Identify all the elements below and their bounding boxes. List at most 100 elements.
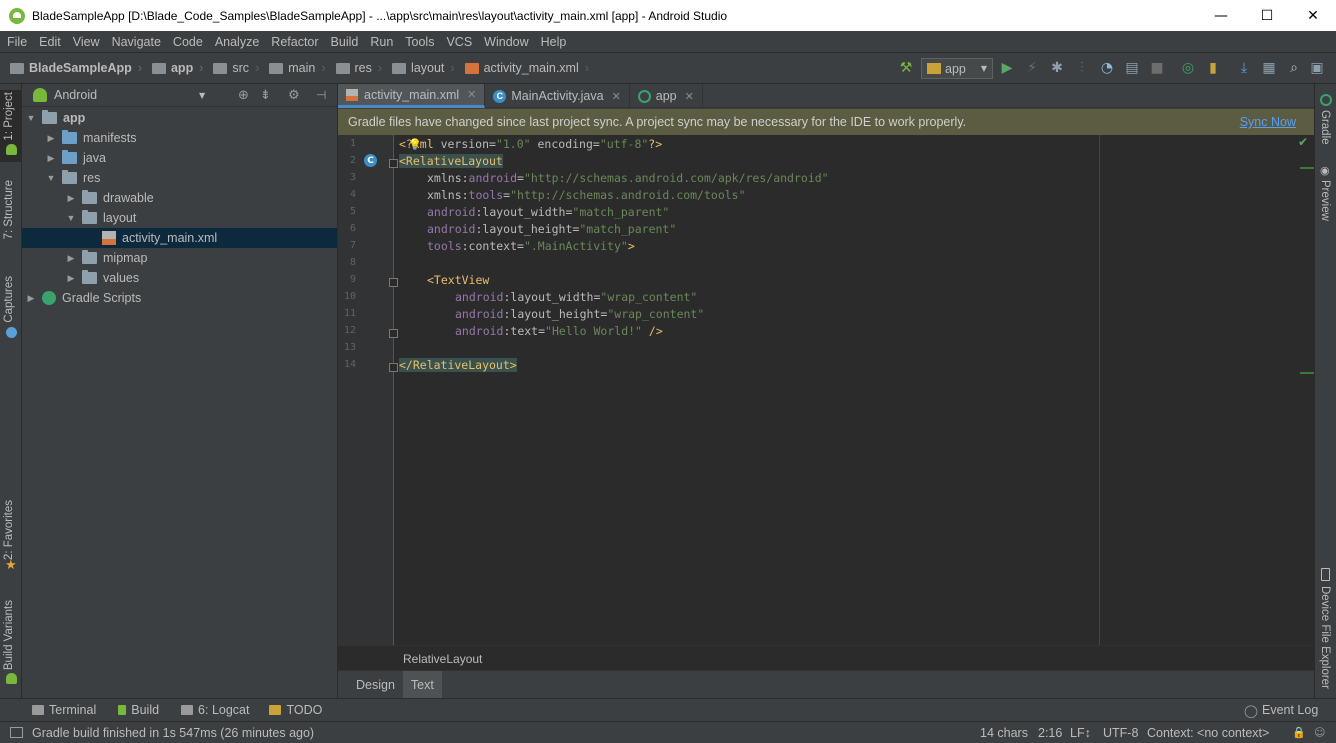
breadcrumb-res[interactable]: res › <box>335 61 382 75</box>
toggle-tool-buttons-icon[interactable] <box>10 727 23 738</box>
tree-node-mipmap[interactable]: ▶ mipmap <box>22 248 337 268</box>
apply-changes-icon[interactable]: ⚡ <box>1023 59 1041 77</box>
chevron-down-icon[interactable]: ▼ <box>65 213 77 223</box>
run-icon[interactable]: ▶ <box>998 59 1016 77</box>
menu-navigate[interactable]: Navigate <box>105 35 166 49</box>
layout-inspector-icon[interactable]: ▣ <box>1308 59 1326 77</box>
make-project-icon[interactable]: ⚒ <box>897 59 915 77</box>
inspector-icon[interactable]: ☺ <box>1314 726 1325 739</box>
maximize-button[interactable]: ☐ <box>1244 0 1290 31</box>
editor-tab-activity-main-xml[interactable]: activity_main.xml ✕ <box>338 84 486 108</box>
tool-window-structure[interactable]: 7: Structure <box>3 180 15 239</box>
debug-icon[interactable]: ✱ <box>1048 59 1066 77</box>
inspection-ok-icon[interactable]: ✔ <box>1298 135 1308 149</box>
editor-tab-app-gradle[interactable]: app ✕ <box>630 84 703 108</box>
tree-node-activity-main-xml[interactable]: activity_main.xml <box>22 228 337 248</box>
chevron-right-icon[interactable]: ▶ <box>65 193 77 204</box>
sync-gradle-icon[interactable]: ◎ <box>1179 59 1197 77</box>
lock-icon[interactable]: 🔒 <box>1292 726 1306 739</box>
close-tab-icon[interactable]: ✕ <box>685 90 694 103</box>
menu-code[interactable]: Code <box>166 35 208 49</box>
tool-window-logcat[interactable]: 6: Logcat <box>181 703 249 717</box>
close-tab-icon[interactable]: ✕ <box>467 88 476 101</box>
avd-manager-icon[interactable]: ▮ <box>1204 59 1222 77</box>
status-message[interactable]: Gradle build finished in 1s 547ms (26 mi… <box>32 726 314 740</box>
editor-breadcrumb-item[interactable]: RelativeLayout <box>403 652 482 666</box>
tool-window-favorites[interactable]: 2: Favorites <box>3 500 15 560</box>
status-encoding[interactable]: UTF-8 <box>1103 726 1138 740</box>
editor-tab-mainactivity-java[interactable]: C MainActivity.java ✕ <box>485 84 630 108</box>
menu-file[interactable]: File <box>0 35 32 49</box>
menu-help[interactable]: Help <box>534 35 572 49</box>
tool-window-build[interactable]: Build <box>118 703 159 717</box>
fold-marker-icon[interactable] <box>389 363 398 372</box>
sync-now-link[interactable]: Sync Now <box>1240 115 1296 129</box>
tree-node-drawable[interactable]: ▶ drawable <box>22 188 337 208</box>
tool-window-event-log[interactable]: ◯ Event Log <box>1244 703 1318 718</box>
menu-edit[interactable]: Edit <box>32 35 66 49</box>
scroll-from-source-icon[interactable]: ⊕ <box>238 88 249 103</box>
stop-icon[interactable]: ■ <box>1148 59 1166 77</box>
tool-window-captures[interactable]: Captures <box>3 276 15 323</box>
gear-icon[interactable]: ⚙ <box>288 88 300 103</box>
menu-view[interactable]: View <box>66 35 105 49</box>
menu-run[interactable]: Run <box>363 35 398 49</box>
status-line-separator[interactable]: LF↕ <box>1070 726 1091 740</box>
run-with-coverage-icon[interactable]: ▤ <box>1123 59 1141 77</box>
search-icon[interactable]: ⌕ <box>1285 59 1303 77</box>
chevron-down-icon[interactable]: ▼ <box>25 113 37 123</box>
hide-panel-icon[interactable]: ⊣ <box>316 88 326 102</box>
code-editor[interactable]: 1 2 3 4 5 6 7 8 9 10 11 12 13 14 C <?xml… <box>338 135 1314 645</box>
profile-icon[interactable]: ◔ <box>1098 59 1116 77</box>
breadcrumb-layout[interactable]: layout › <box>392 61 455 75</box>
chevron-down-icon[interactable]: ▼ <box>199 91 205 100</box>
chevron-right-icon[interactable]: ▶ <box>45 153 57 164</box>
attach-debugger-icon[interactable]: ⫶ <box>1073 59 1091 77</box>
menu-tools[interactable]: Tools <box>398 35 439 49</box>
chevron-right-icon[interactable]: ▶ <box>45 133 57 144</box>
tab-text[interactable]: Text <box>402 671 442 699</box>
tool-window-build-variants[interactable]: Build Variants <box>3 600 15 670</box>
tree-node-layout[interactable]: ▼ layout <box>22 208 337 228</box>
breadcrumb-main[interactable]: main › <box>269 61 326 75</box>
menu-refactor[interactable]: Refactor <box>264 35 323 49</box>
tab-design[interactable]: Design <box>348 671 403 699</box>
status-context[interactable]: Context: <no context> <box>1147 726 1269 740</box>
collapse-all-icon[interactable]: ⇟ <box>260 88 271 103</box>
menu-vcs[interactable]: VCS <box>439 35 477 49</box>
breadcrumb-src[interactable]: src › <box>213 61 259 75</box>
menu-analyze[interactable]: Analyze <box>208 35 264 49</box>
chevron-down-icon[interactable]: ▼ <box>45 173 57 183</box>
sdk-manager-icon[interactable]: ⤓ <box>1235 59 1253 77</box>
breadcrumb-file[interactable]: activity_main.xml › <box>464 61 589 75</box>
run-configuration-select[interactable]: app ▼ <box>921 58 993 79</box>
tool-window-gradle[interactable]: Gradle <box>1319 110 1331 145</box>
tool-window-terminal[interactable]: Terminal <box>32 703 96 717</box>
project-view-mode[interactable]: Android <box>54 88 97 102</box>
tree-node-gradle-scripts[interactable]: ▶ Gradle Scripts <box>22 288 337 308</box>
tool-window-preview[interactable]: Preview <box>1319 180 1331 221</box>
tree-node-values[interactable]: ▶ values <box>22 268 337 288</box>
tree-node-java[interactable]: ▶ java <box>22 148 337 168</box>
fold-marker-icon[interactable] <box>389 278 398 287</box>
tree-node-manifests[interactable]: ▶ manifests <box>22 128 337 148</box>
close-button[interactable]: ✕ <box>1290 0 1336 31</box>
breadcrumb-app[interactable]: app › <box>151 61 203 75</box>
menu-window[interactable]: Window <box>477 35 533 49</box>
tool-window-device-file-explorer[interactable]: Device File Explorer <box>1319 586 1331 689</box>
status-caret-position[interactable]: 2:16 <box>1038 726 1062 740</box>
breadcrumb-project[interactable]: BladeSampleApp › <box>10 61 142 75</box>
close-tab-icon[interactable]: ✕ <box>612 90 621 103</box>
class-reference-icon[interactable]: C <box>364 154 377 167</box>
tool-window-todo[interactable]: TODO <box>269 703 322 717</box>
menu-build[interactable]: Build <box>324 35 364 49</box>
chevron-right-icon[interactable]: ▶ <box>25 293 37 304</box>
fold-marker-icon[interactable] <box>389 329 398 338</box>
project-structure-icon[interactable]: ▦ <box>1260 59 1278 77</box>
chevron-right-icon[interactable]: ▶ <box>65 273 77 284</box>
fold-marker-icon[interactable] <box>389 159 398 168</box>
minimize-button[interactable]: — <box>1198 0 1244 31</box>
intention-bulb-icon[interactable]: 💡 <box>408 138 422 151</box>
tree-node-app[interactable]: ▼ app <box>22 108 337 128</box>
tree-node-res[interactable]: ▼ res <box>22 168 337 188</box>
